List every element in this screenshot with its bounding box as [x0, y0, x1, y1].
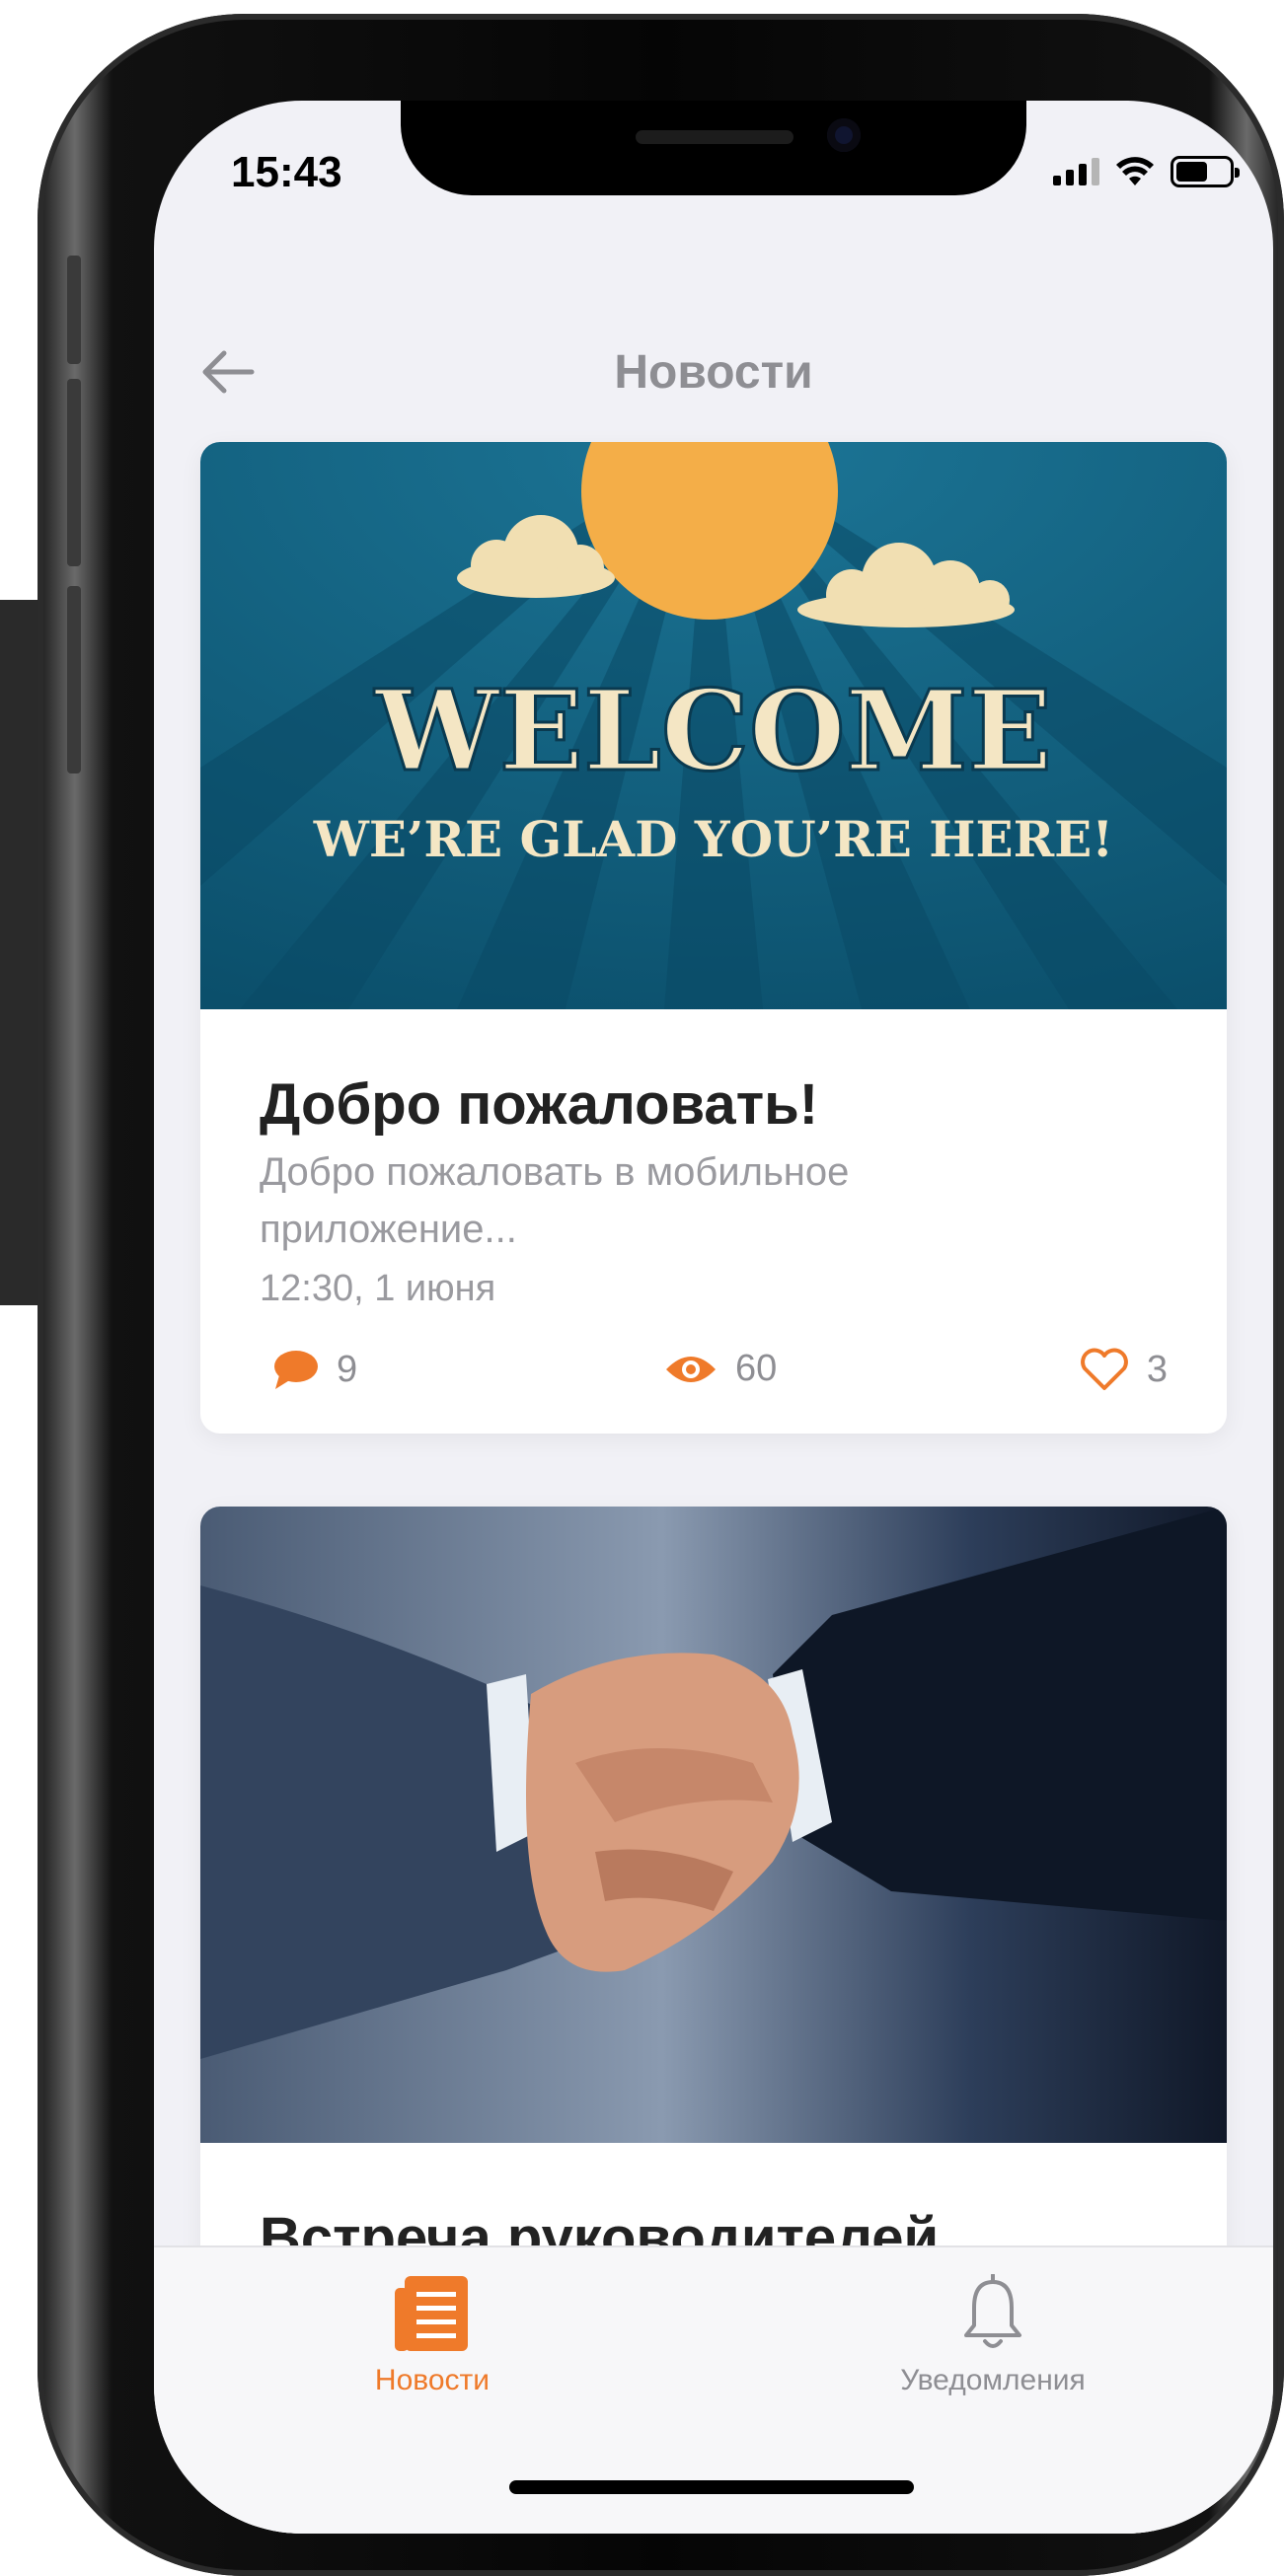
- wifi-icon: [1116, 157, 1154, 185]
- likes-count: 3: [1146, 1348, 1168, 1390]
- silent-switch: [67, 256, 81, 364]
- eye-icon: [666, 1356, 716, 1382]
- news-card-body: Добро пожаловать! Добро пожаловать в моб…: [200, 1009, 1227, 1417]
- heart-icon: [1080, 1348, 1128, 1390]
- news-date: 12:30, 1 июня: [260, 1268, 496, 1309]
- battery-icon: [1171, 156, 1240, 187]
- navigation-bar: Новости: [154, 328, 1273, 416]
- front-camera: [827, 118, 861, 152]
- welcome-heading: WELCOME: [374, 667, 1052, 796]
- tab-notifications[interactable]: Уведомления: [845, 2269, 1141, 2397]
- tab-notifications-label: Уведомления: [900, 2364, 1086, 2396]
- home-indicator[interactable]: [509, 2480, 914, 2494]
- tab-news[interactable]: Новости: [284, 2269, 580, 2397]
- notch: [401, 101, 1026, 195]
- news-image-handshake: [200, 1507, 1227, 2143]
- views-stat: 60: [664, 1348, 777, 1390]
- news-card[interactable]: WELCOME WE’RE GLAD YOU’RE HERE! Добро по…: [200, 442, 1227, 1434]
- news-stats: 9 60 3: [260, 1338, 1168, 1417]
- cellular-signal-icon: [1053, 158, 1099, 185]
- tab-bar: Новости Уведомления: [154, 2245, 1273, 2534]
- likes-stat[interactable]: 3: [1080, 1348, 1168, 1391]
- volume-up-button: [67, 379, 81, 566]
- tab-news-label: Новости: [374, 2364, 491, 2396]
- news-list-icon: [395, 2276, 468, 2351]
- volume-down-button: [67, 586, 81, 773]
- welcome-subheading: WE’RE GLAD YOU’RE HERE!: [313, 810, 1113, 868]
- comment-icon: [274, 1351, 318, 1389]
- status-icons: [1053, 156, 1240, 187]
- bell-icon: [964, 2274, 1021, 2348]
- phone-frame: 15:43 Новости WELCOME WE’RE GLAD YOU’RE …: [38, 14, 1284, 2576]
- views-count: 60: [735, 1348, 778, 1389]
- comments-stat[interactable]: 9: [271, 1348, 357, 1391]
- page-title: Новости: [614, 346, 813, 399]
- phone-screen: 15:43 Новости WELCOME WE’RE GLAD YOU’RE …: [154, 101, 1273, 2534]
- news-title: Добро пожаловать!: [260, 1072, 819, 1137]
- news-image-welcome: WELCOME WE’RE GLAD YOU’RE HERE!: [200, 442, 1227, 1009]
- status-time: 15:43: [231, 148, 342, 196]
- news-excerpt: Добро пожаловать в мобильное приложение.…: [260, 1150, 850, 1251]
- comments-count: 9: [337, 1348, 358, 1390]
- speaker-grille: [636, 130, 793, 144]
